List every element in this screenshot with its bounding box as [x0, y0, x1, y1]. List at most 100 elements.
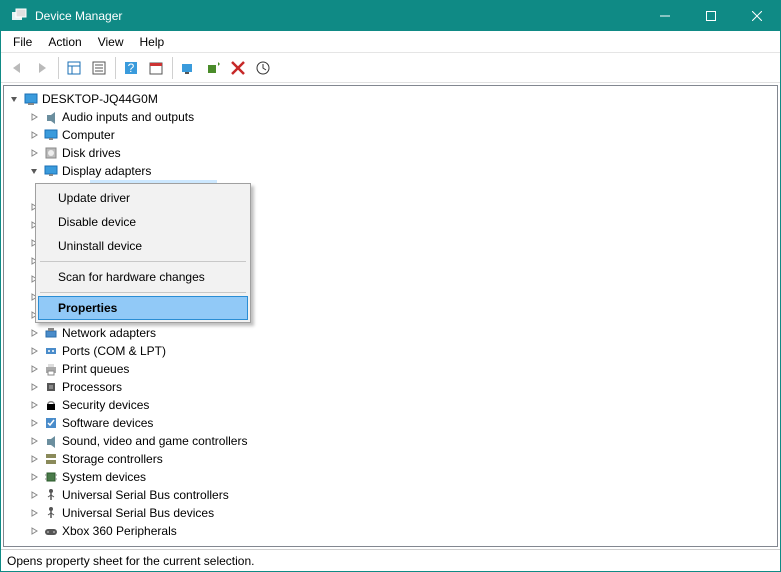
chevron-right-icon[interactable] [26, 490, 42, 500]
maximize-button[interactable] [688, 1, 734, 31]
context-menu-separator [40, 261, 246, 262]
usb-icon [42, 505, 60, 521]
tree-category-label: Print queues [60, 360, 131, 378]
chevron-right-icon[interactable] [26, 454, 42, 464]
chevron-right-icon[interactable] [26, 130, 42, 140]
show-hide-tree-button[interactable] [62, 56, 86, 80]
speaker-icon [42, 433, 60, 449]
tree-category[interactable]: System devices [4, 468, 777, 486]
port-icon [42, 343, 60, 359]
device-tree-pane[interactable]: DESKTOP-JQ44G0MAudio inputs and outputsC… [3, 85, 778, 547]
tree-category-label: Sound, video and game controllers [60, 432, 249, 450]
chevron-right-icon[interactable] [26, 418, 42, 428]
date-button[interactable] [144, 56, 168, 80]
menu-file[interactable]: File [5, 33, 40, 51]
gamepad-icon [42, 523, 60, 539]
tree-category[interactable]: Universal Serial Bus controllers [4, 486, 777, 504]
speaker-icon [42, 109, 60, 125]
lock-icon [42, 397, 60, 413]
chevron-right-icon[interactable] [26, 436, 42, 446]
tree-category[interactable]: Xbox 360 Peripherals [4, 522, 777, 540]
tree-category-label: Display adapters [60, 162, 153, 180]
tree-category[interactable]: Ports (COM & LPT) [4, 342, 777, 360]
context-menu-item[interactable]: Scan for hardware changes [38, 265, 248, 289]
usb-icon [42, 487, 60, 503]
app-icon [11, 8, 27, 24]
tree-root[interactable]: DESKTOP-JQ44G0M [4, 90, 777, 108]
toolbar-separator [58, 57, 59, 79]
forward-button[interactable] [30, 56, 54, 80]
minimize-button[interactable] [642, 1, 688, 31]
tree-category-label: Software devices [60, 414, 155, 432]
chevron-down-icon[interactable] [26, 166, 42, 176]
chevron-right-icon[interactable] [26, 148, 42, 158]
tree-category-label: Universal Serial Bus controllers [60, 486, 231, 504]
chevron-right-icon[interactable] [26, 526, 42, 536]
tree-category[interactable]: Processors [4, 378, 777, 396]
chevron-right-icon[interactable] [26, 112, 42, 122]
uninstall-button[interactable] [226, 56, 250, 80]
storage-icon [42, 451, 60, 467]
chevron-down-icon[interactable] [6, 94, 22, 104]
tree-category[interactable]: Print queues [4, 360, 777, 378]
context-menu-item[interactable]: Disable device [38, 210, 248, 234]
tree-category[interactable]: Sound, video and game controllers [4, 432, 777, 450]
menu-help[interactable]: Help [132, 33, 173, 51]
properties-button[interactable] [87, 56, 111, 80]
tree-category-label: Processors [60, 378, 124, 396]
toolbar: ? [1, 53, 780, 83]
scan-hardware-button[interactable] [176, 56, 200, 80]
status-bar: Opens property sheet for the current sel… [1, 549, 780, 571]
chevron-right-icon[interactable] [26, 400, 42, 410]
chevron-right-icon[interactable] [26, 382, 42, 392]
tree-category[interactable]: Storage controllers [4, 450, 777, 468]
tree-category-label: Xbox 360 Peripherals [60, 522, 179, 540]
tree-category-label: Universal Serial Bus devices [60, 504, 216, 522]
toolbar-separator [172, 57, 173, 79]
chevron-right-icon[interactable] [26, 472, 42, 482]
menu-action[interactable]: Action [40, 33, 89, 51]
tree-category[interactable]: Display adapters [4, 162, 777, 180]
tree-category[interactable]: Security devices [4, 396, 777, 414]
chevron-right-icon[interactable] [26, 328, 42, 338]
tree-category-label: Ports (COM & LPT) [60, 342, 168, 360]
help-button[interactable]: ? [119, 56, 143, 80]
tree-category[interactable]: Software devices [4, 414, 777, 432]
add-legacy-button[interactable] [201, 56, 225, 80]
tree-category[interactable]: Universal Serial Bus devices [4, 504, 777, 522]
chevron-right-icon[interactable] [26, 508, 42, 518]
tree-category[interactable]: Computer [4, 126, 777, 144]
tree-category[interactable]: Network adapters [4, 324, 777, 342]
close-button[interactable] [734, 1, 780, 31]
software-icon [42, 415, 60, 431]
tree-category[interactable]: Disk drives [4, 144, 777, 162]
computer-icon [22, 91, 40, 107]
tree-category[interactable]: Audio inputs and outputs [4, 108, 777, 126]
context-menu: Update driverDisable deviceUninstall dev… [35, 183, 251, 323]
window-title: Device Manager [35, 9, 642, 23]
update-driver-button[interactable] [251, 56, 275, 80]
tree-category-label: Network adapters [60, 324, 158, 342]
svg-text:?: ? [128, 61, 135, 75]
title-bar: Device Manager [1, 1, 780, 31]
context-menu-separator [40, 292, 246, 293]
chevron-right-icon[interactable] [26, 346, 42, 356]
disk-icon [42, 145, 60, 161]
printer-icon [42, 361, 60, 377]
tree-category-label: Storage controllers [60, 450, 165, 468]
toolbar-separator [115, 57, 116, 79]
tree-category-label: Security devices [60, 396, 151, 414]
back-button[interactable] [5, 56, 29, 80]
window-controls [642, 1, 780, 31]
network-icon [42, 325, 60, 341]
context-menu-item[interactable]: Properties [38, 296, 248, 320]
cpu-icon [42, 379, 60, 395]
monitor-icon [42, 127, 60, 143]
context-menu-item[interactable]: Update driver [38, 186, 248, 210]
context-menu-item[interactable]: Uninstall device [38, 234, 248, 258]
tree-category-label: Disk drives [60, 144, 123, 162]
menu-view[interactable]: View [90, 33, 132, 51]
chip-icon [42, 469, 60, 485]
chevron-right-icon[interactable] [26, 364, 42, 374]
status-text: Opens property sheet for the current sel… [7, 554, 254, 568]
